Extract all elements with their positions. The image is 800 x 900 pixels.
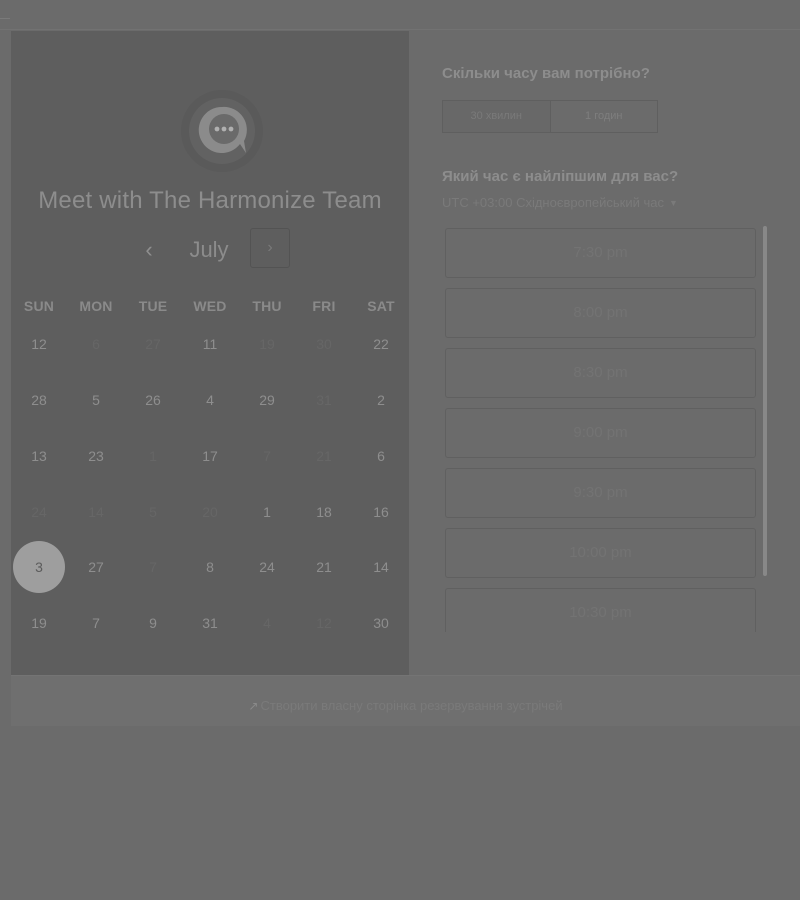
previous-month-button[interactable]: ‹ — [135, 232, 163, 268]
footer-link-text: Створити власну сторінка резервування зу… — [260, 698, 563, 713]
next-month-button[interactable]: › — [250, 228, 290, 268]
duration-question: Скільки часу вам потрібно? — [442, 65, 650, 82]
calendar-day[interactable]: 26 — [127, 374, 179, 426]
calendar-day: 7 — [149, 559, 157, 575]
calendar-day[interactable]: 5 — [70, 374, 122, 426]
calendar-day: 12 — [316, 615, 332, 631]
timezone-label: UTC +03:00 Східноєвропейський час — [442, 195, 664, 210]
time-question: Який час є найліпшим для вас? — [442, 168, 679, 185]
calendar-day[interactable]: 16 — [355, 486, 407, 538]
chat-logo-icon — [180, 89, 264, 173]
calendar-day: 1 — [149, 448, 157, 464]
weekday-label: SUN — [23, 298, 55, 314]
time-slot-button[interactable]: 8:30 pm — [445, 348, 756, 398]
calendar-day[interactable]: 4 — [184, 374, 236, 426]
calendar-day[interactable]: 24 — [241, 541, 293, 593]
calendar-day[interactable]: 14 — [355, 541, 407, 593]
calendar-day: 19 — [259, 336, 275, 352]
calendar-day[interactable]: 31 — [184, 597, 236, 649]
calendar-day[interactable]: 2 — [355, 374, 407, 426]
weekday-label: FRI — [312, 298, 336, 314]
time-slot-button[interactable]: 8:00 pm — [445, 288, 756, 338]
time-slot-button[interactable]: 9:00 pm — [445, 408, 756, 458]
month-navigation: ‹ July › — [11, 227, 409, 273]
calendar-day: 7 — [263, 448, 271, 464]
calendar-day[interactable]: 17 — [184, 430, 236, 482]
calendar-day: 21 — [316, 448, 332, 464]
create-booking-page-link[interactable]: ↗ Створити власну сторінка резервування з… — [11, 698, 800, 713]
weekday-label: THU — [252, 298, 282, 314]
calendar-day[interactable]: 28 — [13, 374, 65, 426]
calendar-day: 4 — [263, 615, 271, 631]
page-title: Meet with The Harmonize Team — [38, 187, 382, 214]
calendar-day[interactable]: 22 — [355, 318, 407, 370]
selected-day[interactable]: 3 — [13, 541, 65, 593]
scrollbar[interactable] — [763, 226, 767, 576]
calendar-day: 5 — [149, 504, 157, 520]
month-label: July — [189, 237, 229, 262]
calendar-day[interactable]: 21 — [298, 541, 350, 593]
time-slot-button[interactable]: 7:30 pm — [445, 228, 756, 278]
duration-option[interactable]: 30 хвилин — [443, 101, 551, 132]
calendar-day[interactable]: 27 — [70, 541, 122, 593]
footer-bar: ↗ Створити власну сторінка резервування з… — [11, 675, 800, 726]
weekday-label: WED — [193, 298, 227, 314]
weekday-label: MON — [79, 298, 113, 314]
calendar-day[interactable]: 18 — [298, 486, 350, 538]
weekday-header: SUN MON TUE WED THU FRI SAT — [11, 298, 409, 316]
time-slot-button[interactable]: 10:00 pm — [445, 528, 756, 578]
calendar-day: 30 — [316, 336, 332, 352]
calendar-day[interactable]: 9 — [127, 597, 179, 649]
calendar-day: 20 — [202, 504, 218, 520]
top-left-mark — [0, 18, 10, 19]
time-slot-list: 7:30 pm 8:00 pm 8:30 pm 9:00 pm 9:30 pm 10:00… — [445, 228, 756, 632]
time-slot-button[interactable]: 10:30 pm — [445, 588, 756, 632]
calendar-day[interactable]: 1 — [241, 486, 293, 538]
calendar-day: 6 — [92, 336, 100, 352]
calendar-day: 31 — [316, 392, 332, 408]
caret-down-icon: ▼ — [668, 198, 678, 208]
calendar-day[interactable]: 19 — [13, 597, 65, 649]
calendar-day[interactable]: 7 — [70, 597, 122, 649]
external-link-icon: ↗ — [248, 699, 259, 713]
calendar-day[interactable]: 11 — [184, 318, 236, 370]
weekday-label: SAT — [367, 298, 395, 314]
calendar-day[interactable]: 30 — [355, 597, 407, 649]
calendar-day[interactable]: 13 — [13, 430, 65, 482]
calendar-day[interactable]: 29 — [241, 374, 293, 426]
calendar-panel: Meet with The Harmonize Team ‹ July › SU… — [11, 31, 409, 675]
top-divider — [0, 29, 800, 30]
time-slot-button[interactable]: 9:30 pm — [445, 468, 756, 518]
calendar-day[interactable]: 23 — [70, 430, 122, 482]
timezone-select[interactable]: UTC +03:00 Східноєвропейський час ▼ — [442, 195, 678, 210]
calendar-day[interactable]: 8 — [184, 541, 236, 593]
duration-option[interactable]: 1 годин — [551, 101, 658, 132]
duration-toggle: 30 хвилин 1 годин — [442, 100, 658, 133]
weekday-label: TUE — [138, 298, 168, 314]
calendar-day: 27 — [145, 336, 161, 352]
calendar-day[interactable]: 6 — [355, 430, 407, 482]
calendar-day: 24 — [31, 504, 47, 520]
calendar-day: 14 — [88, 504, 104, 520]
calendar-day[interactable]: 12 — [13, 318, 65, 370]
